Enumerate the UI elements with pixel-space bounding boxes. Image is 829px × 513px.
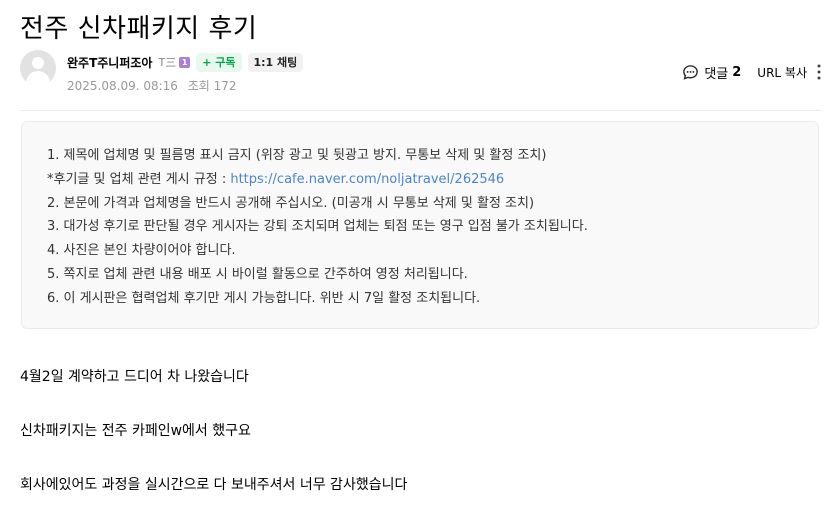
subscribe-button[interactable]: + 구독 [196,52,242,72]
content-paragraph: 4월2일 계약하고 드디어 차 나왔습니다 [20,369,249,385]
chat-button[interactable]: 1:1 채팅 [247,52,304,72]
header-divider [20,110,821,111]
member-grade-text: T三 [158,56,177,69]
content-paragraph: 신차패키지는 전주 카페인w에서 했구요 [20,423,251,439]
notice-rule-link[interactable]: https://cafe.naver.com/noljatravel/26254… [230,172,504,187]
author-info: 완주T주니퍼조아 T三 1 + 구독 1:1 채팅 [67,52,304,72]
post-meta: 2025.08.09. 08:16 조회 172 [67,77,237,94]
notice-rule-label: *후기글 및 업체 관련 게시 규정 : [47,171,231,187]
notice-item-4: 4. 사진은 본인 차량이어야 합니다. [47,243,236,259]
author-name[interactable]: 완주T주니퍼조아 [67,54,152,71]
member-grade-badge: 1 [179,56,191,68]
view-count: 조회 172 [187,79,237,93]
post-title: 전주 신차패키지 후기 [20,14,258,44]
post-date: 2025.08.09. 08:16 [67,79,178,93]
notice-item-rule: *후기글 및 업체 관련 게시 규정 : https://cafe.naver.… [47,168,588,192]
notice-item-1: 1. 제목에 업체명 및 필름명 표시 금지 (위장 광고 및 뒷광고 방지. … [47,148,547,163]
content-paragraph: 회사에있어도 과정을 실시간으로 다 보내주셔서 너무 감사했습니다 [20,477,408,493]
notice-item-2: 2. 본문에 가격과 업체명을 반드시 공개해 주십시오. (미공개 시 무통보… [47,195,535,211]
article-tools: 댓글 2 URL 복사 [682,62,821,82]
comment-button[interactable]: 댓글 2 [682,63,741,82]
comment-label: 댓글 [704,66,729,82]
notice-item-5: 5. 쪽지로 업체 관련 내용 배포 시 바이럴 활동으로 간주하여 영정 처리… [47,266,468,282]
avatar-body [26,71,50,86]
notice-list: 1. 제목에 업체명 및 필름명 표시 금지 (위장 광고 및 뒷광고 방지. … [47,144,588,311]
notice-item-6: 6. 이 게시판은 협력업체 후기만 게시 가능합니다. 위반 시 7일 활정 … [47,290,481,306]
url-copy-button[interactable]: URL 복사 [757,64,807,81]
avatar-head [32,57,44,69]
board-notice: 1. 제목에 업체명 및 필름명 표시 금지 (위장 광고 및 뒷광고 방지. … [21,121,819,329]
notice-item-3: 3. 대가성 후기로 판단될 경우 게시자는 강퇴 조치되며 업체는 퇴점 또는… [47,219,588,235]
more-vertical-icon[interactable] [817,64,821,80]
author-avatar[interactable] [20,50,56,86]
comment-icon [683,64,699,80]
comment-count: 2 [732,64,742,80]
